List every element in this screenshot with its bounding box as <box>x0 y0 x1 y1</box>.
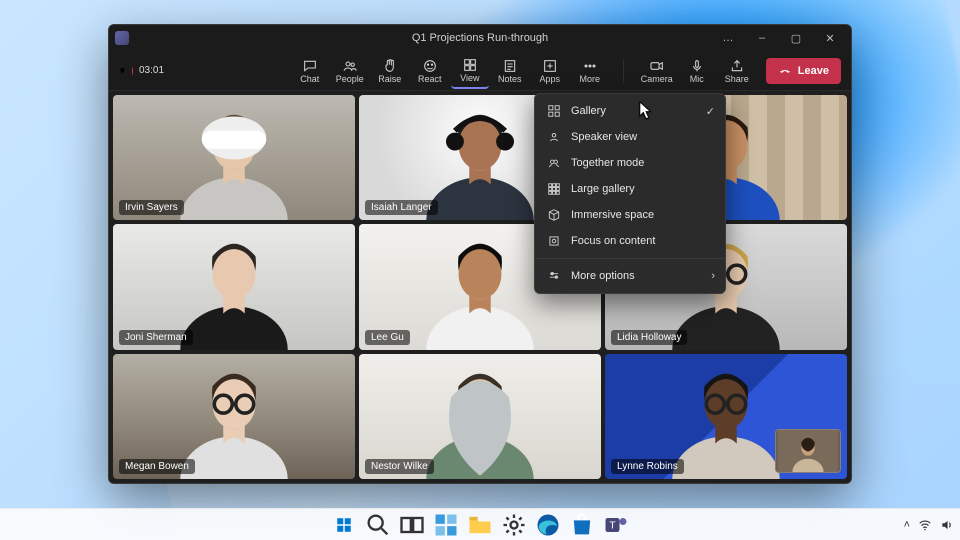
camera-button[interactable]: Camera <box>638 53 676 89</box>
meeting-toolbar: 03:01 Chat People Raise React View <box>109 51 851 91</box>
notes-icon <box>502 58 518 74</box>
self-preview[interactable] <box>775 429 841 473</box>
tray-chevron-icon[interactable]: ˄ <box>904 519 910 531</box>
minimize-button[interactable]: – <box>745 26 779 50</box>
leave-icon <box>778 64 792 78</box>
teams-meeting-window: Q1 Projections Run-through … – ▢ ✕ 03:01… <box>108 24 852 484</box>
view-menu-grid[interactable]: Gallery <box>535 98 725 124</box>
speaker-icon <box>547 130 561 144</box>
sliders-icon <box>547 269 561 283</box>
grid-icon <box>547 104 561 118</box>
taskbar: T ˄ <box>0 508 960 540</box>
people-button[interactable]: People <box>331 53 369 89</box>
svg-text:T: T <box>609 519 616 531</box>
participant-name: Megan Bowen <box>119 459 195 474</box>
toolbar-separator <box>623 59 624 83</box>
widgets-button[interactable] <box>432 511 460 539</box>
raise-hand-button[interactable]: Raise <box>371 53 409 89</box>
task-view-button[interactable] <box>398 511 426 539</box>
participant-tile[interactable]: Lynne Robins <box>605 354 847 479</box>
settings-button[interactable] <box>500 511 528 539</box>
store-button[interactable] <box>568 511 596 539</box>
share-icon <box>729 58 745 74</box>
video-gallery: Irvin Sayers Isaiah Langer Joni Sherman … <box>109 91 851 483</box>
shield-icon <box>119 67 126 74</box>
raise-hand-icon <box>382 58 398 74</box>
view-menu-more-options[interactable]: More options <box>535 263 725 289</box>
start-button[interactable] <box>330 511 358 539</box>
participant-name: Lee Gu <box>365 330 410 345</box>
large-grid-icon <box>547 182 561 196</box>
edge-button[interactable] <box>534 511 562 539</box>
view-button[interactable]: View <box>451 53 489 89</box>
file-explorer-button[interactable] <box>466 511 494 539</box>
participant-tile[interactable]: Megan Bowen <box>113 354 355 479</box>
view-menu-cube[interactable]: Immersive space <box>535 202 725 228</box>
close-button[interactable]: ✕ <box>813 26 847 50</box>
meeting-status: 03:01 <box>119 65 164 76</box>
participant-tile[interactable]: Nestor Wilke <box>359 354 601 479</box>
people-icon <box>342 58 358 74</box>
participant-name: Joni Sherman <box>119 330 193 345</box>
view-menu-speaker[interactable]: Speaker view <box>535 124 725 150</box>
teams-app-icon <box>115 31 129 45</box>
search-button[interactable] <box>364 511 392 539</box>
react-icon <box>422 58 438 74</box>
apps-button[interactable]: Apps <box>531 53 569 89</box>
participant-name: Lynne Robins <box>611 459 684 474</box>
participant-tile[interactable]: Joni Sherman <box>113 224 355 349</box>
more-icon <box>582 58 598 74</box>
cube-icon <box>547 208 561 222</box>
apps-icon <box>542 58 558 74</box>
chat-icon <box>302 58 318 74</box>
notes-button[interactable]: Notes <box>491 53 529 89</box>
focus-icon <box>547 234 561 248</box>
together-icon <box>547 156 561 170</box>
title-bar: Q1 Projections Run-through … – ▢ ✕ <box>109 25 851 51</box>
participant-name: Irvin Sayers <box>119 200 184 215</box>
system-tray[interactable]: ˄ <box>904 518 954 532</box>
react-button[interactable]: React <box>411 53 449 89</box>
more-button[interactable]: More <box>571 53 609 89</box>
participant-tile[interactable]: Irvin Sayers <box>113 95 355 220</box>
participant-name: Lidia Holloway <box>611 330 687 345</box>
view-icon <box>462 57 478 73</box>
chat-button[interactable]: Chat <box>291 53 329 89</box>
menu-separator <box>535 258 725 259</box>
teams-button[interactable]: T <box>602 511 630 539</box>
wifi-icon[interactable] <box>918 518 932 532</box>
mic-icon <box>689 58 705 74</box>
participant-name: Isaiah Langer <box>365 200 438 215</box>
view-dropdown: GallerySpeaker viewTogether modeLarge ga… <box>534 93 726 294</box>
camera-icon <box>649 58 665 74</box>
mic-button[interactable]: Mic <box>678 53 716 89</box>
mouse-cursor <box>639 101 653 121</box>
volume-icon[interactable] <box>940 518 954 532</box>
titlebar-more-button[interactable]: … <box>711 26 745 50</box>
participant-name: Nestor Wilke <box>365 459 434 474</box>
maximize-button[interactable]: ▢ <box>779 26 813 50</box>
leave-button[interactable]: Leave <box>766 58 841 84</box>
view-menu-focus[interactable]: Focus on content <box>535 228 725 254</box>
meeting-timer: 03:01 <box>139 65 164 76</box>
share-button[interactable]: Share <box>718 53 756 89</box>
view-menu-large-grid[interactable]: Large gallery <box>535 176 725 202</box>
window-title: Q1 Projections Run-through <box>412 32 548 44</box>
view-menu-together[interactable]: Together mode <box>535 150 725 176</box>
recording-indicator-icon <box>132 67 133 75</box>
